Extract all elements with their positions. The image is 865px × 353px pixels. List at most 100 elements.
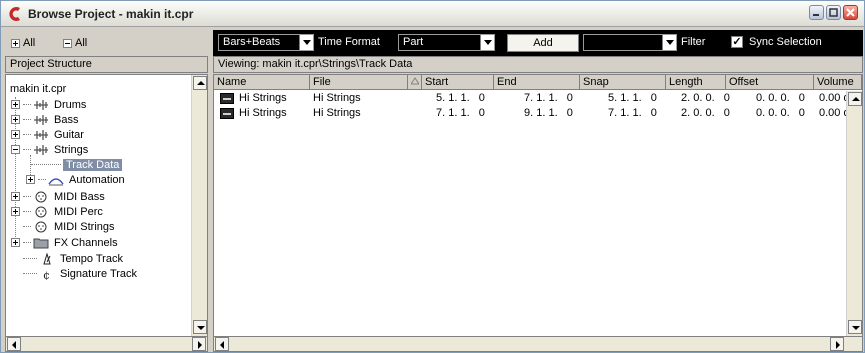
part-filter-value: Part	[403, 36, 424, 48]
column-header-snap[interactable]: Snap	[580, 75, 666, 90]
track-data-table: Name File Start End Snap Length Offset V…	[213, 74, 863, 337]
chevron-down-icon[interactable]	[662, 35, 676, 50]
tree-item-label: Guitar	[54, 128, 84, 141]
tree-item-label: Bass	[54, 113, 79, 126]
column-header-name[interactable]: Name	[214, 75, 310, 90]
add-button[interactable]: Add	[507, 34, 579, 52]
expand-icon[interactable]	[26, 175, 35, 184]
minimize-button[interactable]	[809, 5, 824, 20]
cell-file: Hi Strings	[313, 92, 361, 104]
viewing-path: Viewing: makin it.cpr\Strings\Track Data	[213, 56, 863, 73]
filter-label: Filter	[681, 36, 706, 48]
scroll-right-arrow[interactable]	[830, 337, 844, 351]
sort-indicator-icon[interactable]	[408, 75, 422, 90]
tree-item-label: MIDI Bass	[54, 190, 105, 203]
tree-item-label: Strings	[54, 143, 89, 156]
cell-snap: 7. 1. 1. 0	[608, 107, 657, 119]
time-format-label: Time Format	[318, 36, 380, 48]
collapse-all-label: All	[75, 37, 88, 49]
table-vertical-scrollbar[interactable]	[846, 91, 862, 336]
close-icon	[846, 8, 855, 17]
cell-volume: 0.00 d	[819, 92, 850, 104]
expand-icon[interactable]	[11, 130, 20, 139]
expand-icon[interactable]	[11, 207, 20, 216]
midi-icon	[35, 221, 47, 232]
cell-end: 9. 1. 1. 0	[524, 107, 573, 119]
filter-select[interactable]	[583, 34, 677, 51]
svg-text:¢: ¢	[43, 269, 50, 280]
collapse-all-button[interactable]: All	[63, 35, 87, 51]
column-header-volume[interactable]: Volume	[814, 75, 862, 90]
signature-icon: ¢	[43, 269, 50, 280]
tree-root[interactable]: makin it.cpr	[10, 81, 66, 96]
tree-item-midi-perc[interactable]: MIDI Perc	[11, 204, 103, 219]
tree-item-track-data[interactable]: Track Data	[31, 157, 123, 172]
title-bar[interactable]: Browse Project - makin it.cpr	[1, 1, 864, 27]
tree-item-fx-channels[interactable]: FX Channels	[11, 235, 118, 250]
cell-name: Hi Strings	[239, 107, 287, 119]
table-row[interactable]: Hi Strings Hi Strings 7. 1. 1. 0 9. 1. 1…	[214, 106, 862, 121]
cell-start: 5. 1. 1. 0	[436, 92, 485, 104]
tree-item-label: MIDI Perc	[54, 205, 103, 218]
tree-item-label: Track Data	[63, 158, 123, 171]
cell-length: 2. 0. 0. 0	[681, 107, 730, 119]
column-header-end[interactable]: End	[494, 75, 580, 90]
table-row[interactable]: Hi Strings Hi Strings 5. 1. 1. 0 7. 1. 1…	[214, 91, 862, 106]
cell-volume: 0.00 d	[819, 107, 850, 119]
cell-snap: 5. 1. 1. 0	[608, 92, 657, 104]
folder-icon	[33, 238, 49, 248]
minus-box-icon	[63, 38, 72, 48]
tree-vertical-scrollbar[interactable]	[191, 75, 207, 336]
sync-selection-checkbox[interactable]: ✓	[731, 36, 743, 48]
cell-offset: 0. 0. 0. 0	[756, 107, 805, 119]
collapse-icon[interactable]	[11, 145, 20, 154]
table-horizontal-scrollbar[interactable]	[213, 336, 863, 352]
tree-item-label: FX Channels	[54, 236, 118, 249]
column-header-file[interactable]: File	[310, 75, 408, 90]
audio-event-icon	[220, 108, 234, 119]
scroll-down-arrow[interactable]	[193, 320, 207, 334]
close-button[interactable]	[843, 5, 858, 20]
tree-item-label: MIDI Strings	[54, 220, 115, 233]
tree-item-label: Tempo Track	[60, 252, 123, 265]
tree-item-guitar[interactable]: Guitar	[11, 127, 84, 142]
tree-horizontal-scrollbar[interactable]	[5, 336, 208, 352]
column-header-start[interactable]: Start	[422, 75, 494, 90]
scroll-right-arrow[interactable]	[192, 337, 206, 351]
scroll-left-arrow[interactable]	[7, 337, 21, 351]
scroll-left-arrow[interactable]	[215, 337, 229, 351]
expand-icon[interactable]	[11, 100, 20, 109]
tree-item-signature-track[interactable]: ¢ Signature Track	[23, 266, 137, 281]
tree-item-strings[interactable]: Strings	[11, 142, 88, 157]
project-tree: makin it.cpr Drums Bass Guitar Strings T…	[5, 74, 208, 337]
maximize-button[interactable]	[826, 5, 841, 20]
expand-icon[interactable]	[11, 115, 20, 124]
midi-icon	[35, 206, 47, 217]
time-format-value: Bars+Beats	[223, 36, 281, 48]
expand-icon[interactable]	[11, 192, 20, 201]
tree-item-tempo-track[interactable]: Tempo Track	[23, 251, 123, 266]
audio-track-icon	[34, 114, 48, 125]
scroll-up-arrow[interactable]	[193, 76, 207, 90]
cell-length: 2. 0. 0. 0	[681, 92, 730, 104]
column-header-length[interactable]: Length	[666, 75, 726, 90]
tree-item-midi-bass[interactable]: MIDI Bass	[11, 189, 105, 204]
minimize-icon	[813, 14, 819, 16]
tree-item-bass[interactable]: Bass	[11, 112, 78, 127]
tree-item-drums[interactable]: Drums	[11, 97, 86, 112]
project-structure-panel: All All Project Structure makin it.cpr D…	[5, 30, 208, 352]
chevron-down-icon[interactable]	[480, 35, 494, 50]
tree-item-automation[interactable]: Automation	[26, 172, 125, 187]
time-format-select[interactable]: Bars+Beats	[218, 34, 314, 51]
audio-track-icon	[34, 144, 48, 155]
part-filter-select[interactable]: Part	[398, 34, 495, 51]
scroll-up-arrow[interactable]	[848, 92, 862, 106]
expand-icon[interactable]	[11, 238, 20, 247]
column-header-offset[interactable]: Offset	[726, 75, 814, 90]
expand-all-button[interactable]: All	[11, 35, 35, 51]
tree-item-label: Drums	[54, 98, 87, 111]
browser-toolbar: Bars+Beats Time Format Part Add Filter ✓…	[213, 30, 863, 56]
tree-item-midi-strings[interactable]: MIDI Strings	[23, 219, 115, 234]
chevron-down-icon[interactable]	[299, 35, 313, 50]
scroll-down-arrow[interactable]	[848, 320, 862, 334]
